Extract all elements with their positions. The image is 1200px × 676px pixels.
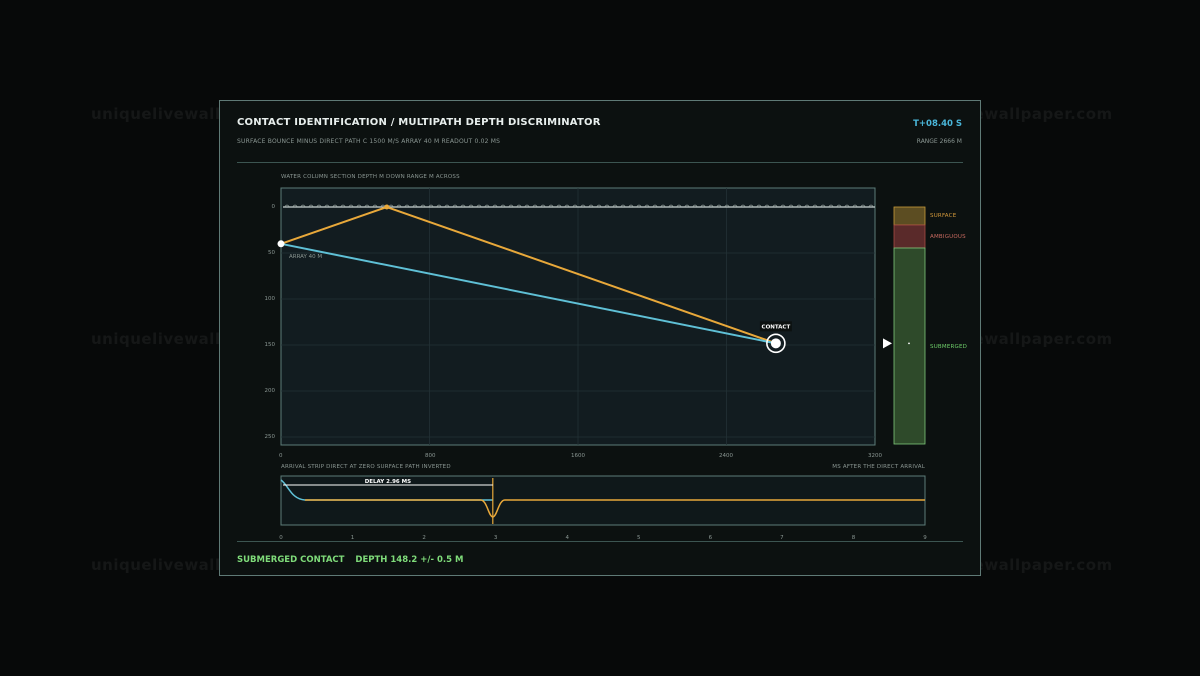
ms-tick: 8 <box>852 535 856 541</box>
bounce-point <box>384 204 390 210</box>
depth-marker-dot <box>908 342 910 345</box>
ms-tick: 5 <box>637 535 641 541</box>
ms-tick: 4 <box>565 535 569 541</box>
submerged-zone <box>893 247 926 445</box>
contact-point <box>770 338 781 349</box>
plot-layer: ARRAY 40 M CONTACT DELAY 2.96 MS 0 1 2 3 4 5 6 7 8… <box>277 187 927 541</box>
ms-tick: 6 <box>709 535 713 541</box>
ambiguous-zone <box>893 224 926 249</box>
ms-tick: 3 <box>494 535 498 541</box>
ms-tick: 1 <box>351 535 355 541</box>
contact-label: CONTACT <box>762 324 791 330</box>
array-label: ARRAY 40 M <box>289 254 322 260</box>
ms-tick: 9 <box>923 535 927 541</box>
depth-marker-arrow <box>883 338 892 349</box>
array-point <box>277 240 285 248</box>
ms-tick: 0 <box>279 535 283 541</box>
delay-label: DELAY 2.96 MS <box>365 479 411 485</box>
ms-tick: 7 <box>780 535 784 541</box>
ms-tick: 2 <box>422 535 426 541</box>
surface-zone <box>893 206 926 226</box>
